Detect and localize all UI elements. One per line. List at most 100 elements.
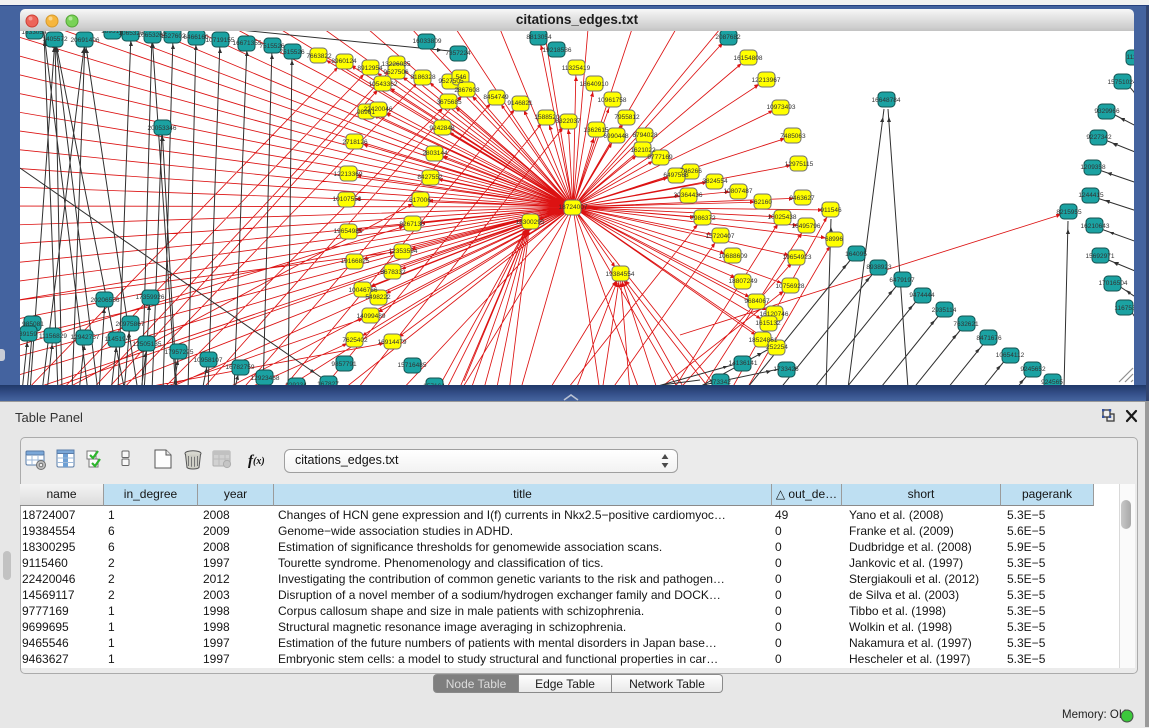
svg-text:19654923: 19654923 [783, 254, 812, 261]
svg-text:9527506: 9527506 [383, 69, 409, 76]
svg-text:8938923: 8938923 [866, 264, 892, 271]
svg-text:15720407: 15720407 [706, 233, 735, 240]
svg-text:19218586: 19218586 [543, 47, 572, 54]
svg-text:62160: 62160 [754, 199, 772, 206]
svg-text:2803144: 2803144 [422, 150, 448, 157]
svg-text:129234: 129234 [285, 382, 307, 385]
svg-text:5498222: 5498222 [365, 294, 391, 301]
svg-text:1733426: 1733426 [773, 366, 799, 373]
svg-text:10025438: 10025438 [768, 214, 797, 221]
svg-text:2867608: 2867608 [454, 87, 480, 94]
svg-text:8813054: 8813054 [526, 34, 552, 41]
svg-text:9329966: 9329966 [1094, 108, 1120, 115]
svg-text:8186328: 8186328 [410, 74, 436, 81]
svg-text:10719155: 10719155 [206, 37, 235, 44]
svg-text:3824554: 3824554 [702, 178, 728, 185]
svg-text:11156829: 11156829 [39, 333, 67, 340]
svg-text:9684067: 9684067 [744, 298, 770, 305]
svg-text:13226055: 13226055 [382, 61, 411, 68]
svg-text:14136141: 14136141 [729, 360, 758, 367]
svg-text:9474444: 9474444 [909, 292, 935, 299]
svg-text:8427552: 8427552 [417, 174, 443, 181]
svg-text:6497568: 6497568 [663, 172, 689, 179]
svg-text:7485063: 7485063 [780, 133, 806, 140]
svg-text:7357224: 7357224 [445, 50, 471, 57]
svg-text:8454749: 8454749 [483, 94, 509, 101]
svg-text:11172: 11172 [1126, 54, 1134, 61]
svg-text:39159: 39159 [20, 331, 37, 338]
svg-text:924565: 924565 [1041, 379, 1063, 385]
svg-text:1615132: 1615132 [755, 320, 781, 327]
svg-text:1405572: 1405572 [42, 36, 68, 43]
svg-text:1621022: 1621022 [630, 147, 656, 154]
svg-text:2087682: 2087682 [715, 34, 741, 41]
svg-text:10543362: 10543362 [369, 81, 398, 88]
svg-text:12942757: 12942757 [71, 334, 100, 341]
svg-text:18524861: 18524861 [749, 337, 778, 344]
svg-text:1527602: 1527602 [160, 33, 186, 40]
svg-text:167827: 167827 [317, 381, 339, 385]
svg-text:20053346: 20053346 [148, 125, 177, 132]
svg-text:20206556: 20206556 [91, 297, 120, 304]
svg-text:10973493: 10973493 [767, 104, 796, 111]
svg-text:15751024: 15751024 [1108, 79, 1134, 86]
svg-text:7663822: 7663822 [306, 53, 332, 60]
svg-text:617006: 617006 [409, 197, 431, 204]
svg-text:173342: 173342 [709, 379, 731, 385]
svg-text:19384554: 19384554 [606, 271, 635, 278]
svg-text:68996: 68996 [825, 236, 843, 243]
svg-text:12353594: 12353594 [389, 248, 418, 255]
svg-text:10046766: 10046766 [349, 287, 378, 294]
svg-text:8471676: 8471676 [976, 335, 1002, 342]
svg-text:9227342: 9227342 [1086, 134, 1112, 141]
svg-text:9245652: 9245652 [1020, 366, 1046, 373]
svg-text:9463627: 9463627 [789, 195, 815, 202]
svg-text:16671355: 16671355 [233, 40, 262, 47]
svg-text:3675685: 3675685 [436, 99, 462, 106]
svg-text:9777169: 9777169 [647, 154, 673, 161]
svg-text:16782759: 16782759 [226, 364, 255, 371]
svg-text:10688609: 10688609 [719, 253, 748, 260]
svg-text:18807249: 18807249 [729, 278, 758, 285]
svg-text:6479197: 6479197 [889, 277, 915, 284]
svg-text:20364436: 20364436 [674, 192, 703, 199]
svg-text:11325419: 11325419 [562, 65, 591, 72]
svg-text:17957225: 17957225 [165, 349, 194, 356]
svg-text:12923468: 12923468 [251, 375, 280, 382]
svg-text:911546: 911546 [820, 207, 842, 214]
svg-text:9857791: 9857791 [331, 361, 357, 368]
svg-text:22420046: 22420046 [364, 106, 393, 113]
svg-text:2935114: 2935114 [932, 307, 957, 314]
svg-text:16033809: 16033809 [413, 38, 442, 45]
svg-text:18724007: 18724007 [559, 204, 588, 211]
svg-text:8267130: 8267130 [399, 221, 425, 228]
svg-text:8678332: 8678332 [380, 269, 406, 276]
svg-text:985081: 985081 [22, 321, 44, 328]
svg-text:1145194: 1145194 [105, 336, 130, 343]
svg-text:8912954: 8912954 [357, 65, 383, 72]
svg-text:10654112: 10654112 [996, 352, 1025, 359]
svg-text:15716485: 15716485 [398, 362, 427, 369]
svg-text:19166825: 19166825 [341, 258, 370, 265]
svg-text:16648784: 16648784 [872, 97, 901, 104]
svg-text:17016504: 17016504 [1099, 280, 1128, 287]
svg-text:9146821: 9146821 [507, 100, 533, 107]
svg-text:17359926: 17359926 [136, 294, 165, 301]
svg-text:10807487: 10807487 [724, 188, 753, 195]
svg-text:9242848: 9242848 [429, 125, 455, 132]
svg-text:157164: 157164 [423, 383, 445, 385]
svg-text:2718126: 2718126 [342, 139, 368, 146]
svg-text:18300295: 18300295 [516, 219, 545, 226]
svg-text:19654985: 19654985 [334, 228, 363, 235]
svg-text:116753: 116753 [1114, 305, 1134, 312]
svg-text:12505135: 12505135 [133, 341, 162, 348]
svg-text:8215955: 8215955 [1056, 209, 1082, 216]
svg-text:8322037: 8322037 [555, 118, 581, 125]
svg-text:1209358: 1209358 [1080, 164, 1106, 171]
svg-text:7955812: 7955812 [614, 114, 640, 121]
svg-text:18640910: 18640910 [580, 81, 609, 88]
svg-text:(x): (x) [253, 456, 265, 467]
svg-text:546: 546 [456, 74, 467, 81]
svg-text:16210643: 16210643 [1081, 223, 1110, 230]
svg-text:16154808: 16154808 [734, 55, 763, 62]
